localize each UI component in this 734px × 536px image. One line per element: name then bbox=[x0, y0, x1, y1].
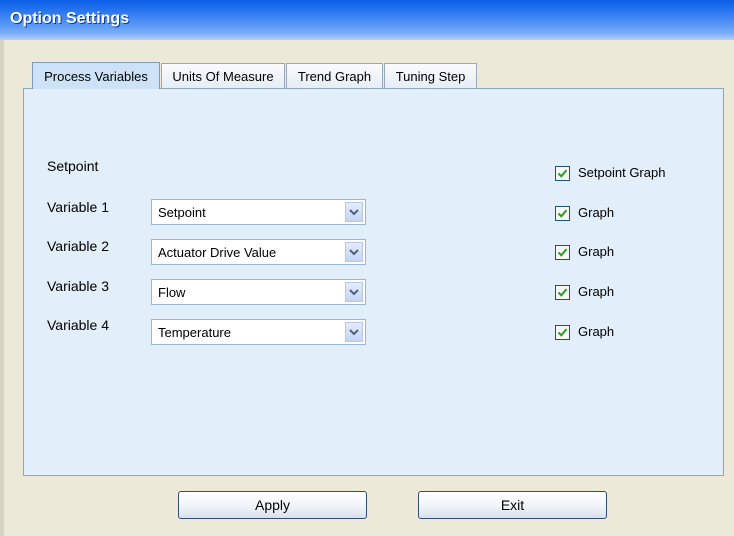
window-frame-left bbox=[0, 40, 4, 536]
chevron-down-icon bbox=[349, 288, 359, 295]
variable-4-graph-checkbox[interactable] bbox=[555, 325, 570, 340]
title-bar[interactable]: Option Settings bbox=[0, 0, 734, 40]
variable-4-value: Temperature bbox=[158, 325, 231, 340]
tab-units-of-measure[interactable]: Units Of Measure bbox=[161, 63, 285, 88]
window-title: Option Settings bbox=[10, 10, 130, 27]
variable-4-select[interactable]: Temperature bbox=[151, 319, 366, 345]
tab-process-variables[interactable]: Process Variables bbox=[32, 62, 160, 89]
setpoint-graph-checkbox[interactable] bbox=[555, 166, 570, 181]
variable-2-label: Variable 2 bbox=[47, 238, 110, 254]
checkmark-icon bbox=[557, 248, 568, 257]
variable-2-graph-checkbox[interactable] bbox=[555, 245, 570, 260]
variable-1-label: Variable 1 bbox=[47, 199, 110, 215]
variable-1-value: Setpoint bbox=[158, 205, 206, 220]
variable-2-graph-label: Graph bbox=[578, 244, 615, 259]
variable-4-dropdown-button[interactable] bbox=[345, 322, 363, 342]
variable-1-dropdown-button[interactable] bbox=[345, 202, 363, 222]
variable-1-select[interactable]: Setpoint bbox=[151, 199, 366, 225]
checkmark-icon bbox=[557, 209, 568, 218]
tab-panel-process-variables bbox=[23, 88, 724, 476]
tab-label: Trend Graph bbox=[297, 68, 372, 84]
tab-label: Tuning Step bbox=[395, 68, 466, 84]
chevron-down-icon bbox=[349, 208, 359, 215]
variable-3-select[interactable]: Flow bbox=[151, 279, 366, 305]
variable-3-value: Flow bbox=[158, 285, 186, 300]
tab-trend-graph[interactable]: Trend Graph bbox=[286, 63, 383, 88]
chevron-down-icon bbox=[349, 248, 359, 255]
exit-button-label: Exit bbox=[500, 497, 525, 513]
checkmark-icon bbox=[557, 288, 568, 297]
tab-label: Units Of Measure bbox=[172, 68, 274, 84]
variable-2-dropdown-button[interactable] bbox=[345, 242, 363, 262]
variable-1-graph-checkbox[interactable] bbox=[555, 206, 570, 221]
option-settings-window: Option Settings Process Variables Units … bbox=[0, 0, 734, 536]
variable-1-graph-label: Graph bbox=[578, 205, 615, 220]
variable-2-select[interactable]: Actuator Drive Value bbox=[151, 239, 366, 265]
setpoint-label: Setpoint bbox=[47, 158, 99, 174]
checkmark-icon bbox=[557, 169, 568, 178]
variable-2-value: Actuator Drive Value bbox=[158, 245, 277, 260]
variable-3-label: Variable 3 bbox=[47, 278, 110, 294]
variable-3-dropdown-button[interactable] bbox=[345, 282, 363, 302]
apply-button[interactable]: Apply bbox=[178, 491, 367, 519]
apply-button-label: Apply bbox=[254, 497, 291, 513]
exit-button[interactable]: Exit bbox=[418, 491, 607, 519]
variable-3-graph-checkbox[interactable] bbox=[555, 285, 570, 300]
setpoint-graph-label: Setpoint Graph bbox=[578, 165, 666, 180]
tab-label: Process Variables bbox=[44, 68, 148, 84]
variable-3-graph-label: Graph bbox=[578, 284, 615, 299]
variable-4-label: Variable 4 bbox=[47, 317, 110, 333]
tab-tuning-step[interactable]: Tuning Step bbox=[384, 63, 477, 88]
checkmark-icon bbox=[557, 328, 568, 337]
chevron-down-icon bbox=[349, 328, 359, 335]
variable-4-graph-label: Graph bbox=[578, 324, 615, 339]
